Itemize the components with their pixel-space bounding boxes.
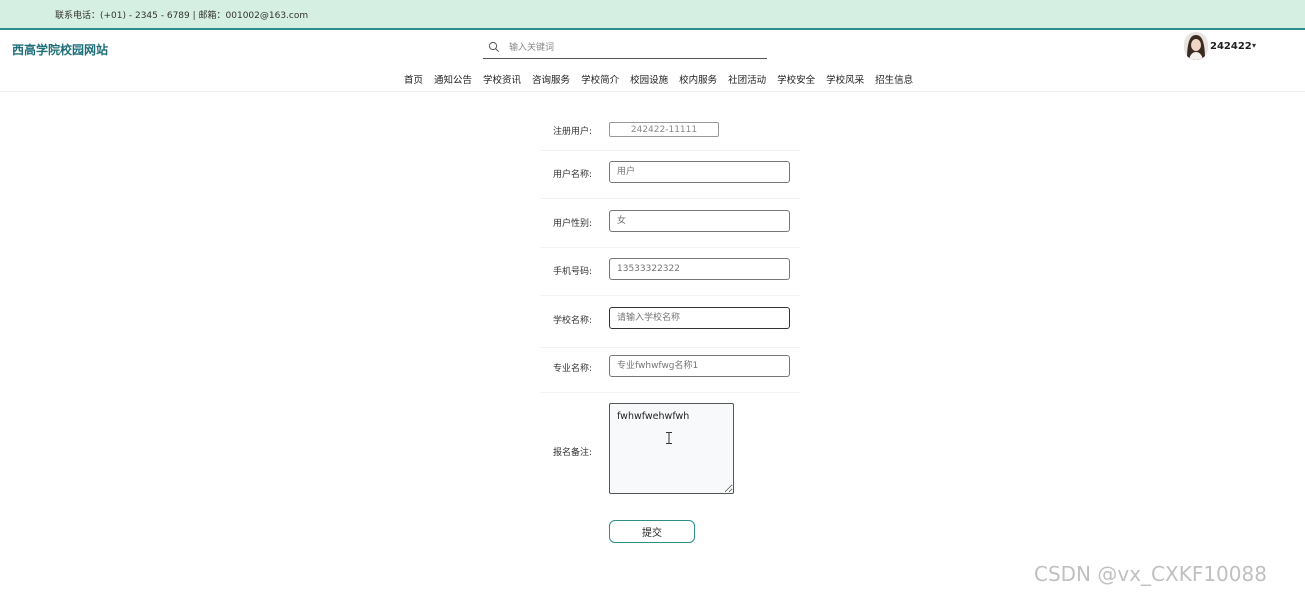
user-name-field[interactable]: [609, 161, 790, 183]
submit-button[interactable]: 提交: [609, 520, 695, 543]
username[interactable]: 242422: [1210, 41, 1252, 52]
avatar[interactable]: [1184, 32, 1208, 60]
contact-info: 联系电话：(+01) - 2345 - 6789 | 邮箱：001002@163…: [55, 11, 309, 21]
site-header: 西高学院校园网站 242422 ▾ 首页 通知公告 学校资讯 咨询服务 学校简介…: [0, 30, 1305, 92]
row-divider: [540, 392, 800, 393]
major-name-field[interactable]: [609, 355, 790, 377]
nav-item-admissions[interactable]: 招生信息: [875, 72, 913, 88]
nav-item-notices[interactable]: 通知公告: [434, 72, 472, 88]
nav-item-club-activities[interactable]: 社团活动: [728, 72, 766, 88]
phone-number-field[interactable]: [609, 258, 790, 280]
nav-item-consulting[interactable]: 咨询服务: [532, 72, 570, 88]
nav-item-school-news[interactable]: 学校资讯: [483, 72, 521, 88]
nav-item-school-intro[interactable]: 学校简介: [581, 72, 619, 88]
top-contact-bar: 联系电话：(+01) - 2345 - 6789 | 邮箱：001002@163…: [0, 0, 1305, 30]
search-input[interactable]: [509, 40, 759, 56]
site-logo[interactable]: 西高学院校园网站: [12, 41, 108, 58]
label-major-name: 专业名称:: [553, 364, 593, 374]
label-school-name: 学校名称:: [553, 316, 593, 326]
search-icon[interactable]: [488, 41, 500, 53]
nav-item-school-style[interactable]: 学校风采: [826, 72, 864, 88]
label-user-gender: 用户性别:: [553, 219, 593, 229]
registered-user-field[interactable]: [609, 122, 719, 137]
remark-textarea[interactable]: fwhwfwehwfwh: [609, 403, 734, 494]
chevron-down-icon[interactable]: ▾: [1252, 41, 1256, 50]
row-divider: [540, 247, 800, 248]
label-remark: 报名备注:: [553, 448, 593, 458]
main-nav: 首页 通知公告 学校资讯 咨询服务 学校简介 校园设施 校内服务 社团活动 学校…: [404, 72, 924, 88]
text-cursor-icon: [666, 432, 672, 444]
row-divider: [540, 198, 800, 199]
user-gender-field[interactable]: [609, 210, 790, 232]
nav-item-school-safety[interactable]: 学校安全: [777, 72, 815, 88]
nav-item-campus-services[interactable]: 校内服务: [679, 72, 717, 88]
search-box: [483, 38, 767, 59]
school-name-field[interactable]: [609, 307, 790, 329]
label-phone-number: 手机号码:: [553, 267, 593, 277]
row-divider: [540, 150, 800, 151]
row-divider: [540, 347, 800, 348]
nav-item-home[interactable]: 首页: [404, 72, 423, 88]
watermark: CSDN @vx_CXKF10088: [1034, 562, 1267, 586]
nav-item-facilities[interactable]: 校园设施: [630, 72, 668, 88]
row-divider: [540, 295, 800, 296]
label-user-name: 用户名称:: [553, 170, 593, 180]
